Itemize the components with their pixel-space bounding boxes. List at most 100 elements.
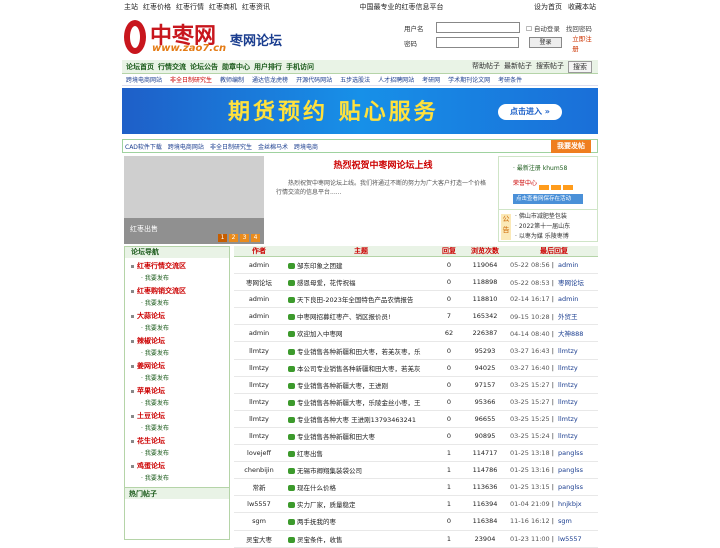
row-author[interactable]: admin xyxy=(234,329,284,337)
slider-page-dot[interactable]: 3 xyxy=(240,234,249,242)
row-subject[interactable]: 灵宝条件，收售 xyxy=(284,534,434,544)
ticker-link[interactable]: CAD软件下载 xyxy=(125,142,162,151)
table-row[interactable]: admin 邹东印象之团建 0 119064 05-22 08:56 | admin xyxy=(234,257,598,275)
table-row[interactable]: 常新 现在什么价格 1 113636 01-25 13:15 | panglss xyxy=(234,479,598,497)
row-subject-text[interactable]: 中枣网招募红枣产、销区报价员! xyxy=(297,313,391,321)
login-button[interactable]: 登录 xyxy=(528,37,563,48)
announcement-item[interactable]: · 2022第十一届山东 xyxy=(515,222,570,232)
sub-nav-link[interactable]: 非全日制研究生 xyxy=(170,75,212,84)
row-subject[interactable]: 实力厂家，质量稳定 xyxy=(284,499,434,509)
row-subject[interactable]: 感恩母爱，花传祝福 xyxy=(284,277,434,287)
sidebar-forum-link[interactable]: 红枣购销交流区 xyxy=(131,286,229,296)
nav-item[interactable]: 用户排行 xyxy=(254,62,282,72)
row-author[interactable]: 常新 xyxy=(234,482,284,492)
row-last-user[interactable]: llmtzy xyxy=(558,432,578,440)
top-link[interactable]: 主站 xyxy=(124,3,138,11)
nav-item[interactable]: 行情交流 xyxy=(158,62,186,72)
nav-search-button[interactable]: 搜索 xyxy=(568,60,592,73)
table-row[interactable]: admin 欢迎加入中枣网 62 226387 04-14 08:40 | 大神888 xyxy=(234,325,598,343)
sidebar-forum-link[interactable]: 辣椒论坛 xyxy=(131,336,229,346)
password-input[interactable] xyxy=(435,37,519,48)
table-row[interactable]: chenbijin 无锡市卿翔集装袋公司 1 114786 01-25 13:16 | … xyxy=(234,462,598,480)
newest-member[interactable]: · 最新注册 khum58 xyxy=(499,157,597,178)
row-subject-text[interactable]: 红枣出售 xyxy=(297,450,323,458)
sidebar-sub-link[interactable]: · 我要发布 xyxy=(141,398,229,407)
row-subject[interactable]: 欢迎加入中枣网 xyxy=(284,328,434,338)
row-last-user[interactable]: hnjkbjx xyxy=(558,500,582,508)
row-last-user[interactable]: admin xyxy=(558,295,578,303)
row-subject[interactable]: 无锡市卿翔集装袋公司 xyxy=(284,465,434,475)
banner[interactable]: 期货预约 贴心服务 点击进入 » xyxy=(122,88,598,134)
sidebar-sub-link[interactable]: · 我要发布 xyxy=(141,323,229,332)
row-subject-text[interactable]: 专业销售各种大枣 王进刚13793463241 xyxy=(297,416,416,424)
row-author[interactable]: llmtzy xyxy=(234,398,284,406)
row-subject[interactable]: 专业销售各种新疆大枣，王进刚 xyxy=(284,380,434,390)
row-last-user[interactable]: sgm xyxy=(558,517,572,525)
sidebar-sub-link[interactable]: · 我要发布 xyxy=(141,473,229,482)
row-subject[interactable]: 天下良田-2023年全国特色产品农情报告 xyxy=(284,294,434,304)
row-last-user[interactable]: 大神888 xyxy=(558,330,583,338)
table-row[interactable]: 灵宝大枣 灵宝条件，收售 1 23904 01-23 11:00 | lw5557 xyxy=(234,531,598,548)
row-author[interactable]: lovejeff xyxy=(234,449,284,457)
nav-item[interactable]: 勋章中心 xyxy=(222,62,250,72)
table-row[interactable]: 枣网论坛 感恩母爱，花传祝福 0 118898 05-22 08:53 | 枣网论坛 xyxy=(234,274,598,292)
post-button[interactable]: 我要发帖 xyxy=(551,139,591,153)
row-subject[interactable]: 中枣网招募红枣产、销区报价员! xyxy=(284,311,434,321)
sub-nav-link[interactable]: 教师编制 xyxy=(220,75,244,84)
row-subject-text[interactable]: 专业销售各种新疆和田大枣 xyxy=(297,433,375,441)
row-subject[interactable]: 邹东印象之团建 xyxy=(284,260,434,270)
row-last-user[interactable]: 外贸王 xyxy=(558,313,578,321)
row-author[interactable]: admin xyxy=(234,295,284,303)
sidebar-sub-link[interactable]: · 我要发布 xyxy=(141,373,229,382)
table-row[interactable]: llmtzy 专业销售各种大枣 王进刚13793463241 0 96655 03-25… xyxy=(234,411,598,428)
nav-item[interactable]: 手机访问 xyxy=(286,62,314,72)
sidebar-forum-link[interactable]: 土豆论坛 xyxy=(131,411,229,421)
sub-nav-link[interactable]: 五步选股法 xyxy=(340,75,370,84)
slider-page-dot[interactable]: 4 xyxy=(251,234,260,242)
sub-nav-link[interactable]: 考研网 xyxy=(422,75,440,84)
row-subject[interactable]: 专业销售各种大枣 王进刚13793463241 xyxy=(284,414,434,424)
table-row[interactable]: llmtzy 本公司专业销售各种新疆和田大枣，若羌灰 0 94025 03-27 16:… xyxy=(234,360,598,377)
table-row[interactable]: sgm 两手抚我的枣 0 116384 11-16 16:12 | sgm xyxy=(234,513,598,531)
sidebar-forum-link[interactable]: 花生论坛 xyxy=(131,436,229,446)
row-author[interactable]: 枣网论坛 xyxy=(234,277,284,287)
row-subject[interactable]: 现在什么价格 xyxy=(284,482,434,492)
sidebar-sub-link[interactable]: · 我要发布 xyxy=(141,348,229,357)
row-last-user[interactable]: llmtzy xyxy=(558,381,578,389)
row-subject-text[interactable]: 无锡市卿翔集装袋公司 xyxy=(297,467,362,475)
nav-right-link[interactable]: 搜索帖子 xyxy=(536,61,564,73)
top-right-link[interactable]: 设为首页 xyxy=(534,3,562,11)
row-last-user[interactable]: panglss xyxy=(558,483,583,491)
row-author[interactable]: llmtzy xyxy=(234,364,284,372)
slider-page-dot[interactable]: 2 xyxy=(229,234,238,242)
nav-item[interactable]: 论坛首页 xyxy=(126,62,154,72)
sidebar-sub-link[interactable]: · 我要发布 xyxy=(141,448,229,457)
activity-ad[interactable]: 点击查看网保存在活动 xyxy=(513,194,583,204)
row-subject-text[interactable]: 天下良田-2023年全国特色产品农情报告 xyxy=(297,296,413,304)
row-author[interactable]: 灵宝大枣 xyxy=(234,534,284,544)
row-last-user[interactable]: llmtzy xyxy=(558,415,578,423)
sub-nav-link[interactable]: 学术期刊论文网 xyxy=(448,75,490,84)
row-author[interactable]: sgm xyxy=(234,517,284,525)
top-link[interactable]: 红枣价格 xyxy=(143,3,171,11)
sub-nav-link[interactable]: 开源代码网站 xyxy=(296,75,332,84)
row-subject[interactable]: 两手抚我的枣 xyxy=(284,516,434,526)
row-subject-text[interactable]: 欢迎加入中枣网 xyxy=(297,330,343,338)
row-subject[interactable]: 红枣出售 xyxy=(284,448,434,458)
nav-right-link[interactable]: 帮助帖子 xyxy=(472,61,500,73)
row-last-user[interactable]: lw5557 xyxy=(558,535,582,543)
sidebar-sub-link[interactable]: · 我要发布 xyxy=(141,273,229,282)
row-subject-text[interactable]: 专业销售各种新疆和田大枣，若羌灰枣，乐 xyxy=(297,348,421,356)
ticker-link[interactable]: 金丝棉马术 xyxy=(258,142,288,151)
row-author[interactable]: admin xyxy=(234,261,284,269)
row-author[interactable]: llmtzy xyxy=(234,432,284,440)
table-row[interactable]: llmtzy 专业销售各种新疆大枣，王进刚 0 97157 03-25 15:27 | … xyxy=(234,377,598,394)
row-subject-text[interactable]: 实力厂家，质量稳定 xyxy=(297,501,356,509)
row-last-user[interactable]: llmtzy xyxy=(558,347,578,355)
ticker-link[interactable]: 跨境电商 xyxy=(294,142,318,151)
nav-item[interactable]: 论坛公告 xyxy=(190,62,218,72)
forgot-password-link[interactable]: 找回密码 xyxy=(566,23,592,33)
row-subject-text[interactable]: 两手抚我的枣 xyxy=(297,518,336,526)
row-author[interactable]: admin xyxy=(234,312,284,320)
row-subject[interactable]: 专业销售各种新疆大枣，乐陵金丝小枣，王 xyxy=(284,397,434,407)
